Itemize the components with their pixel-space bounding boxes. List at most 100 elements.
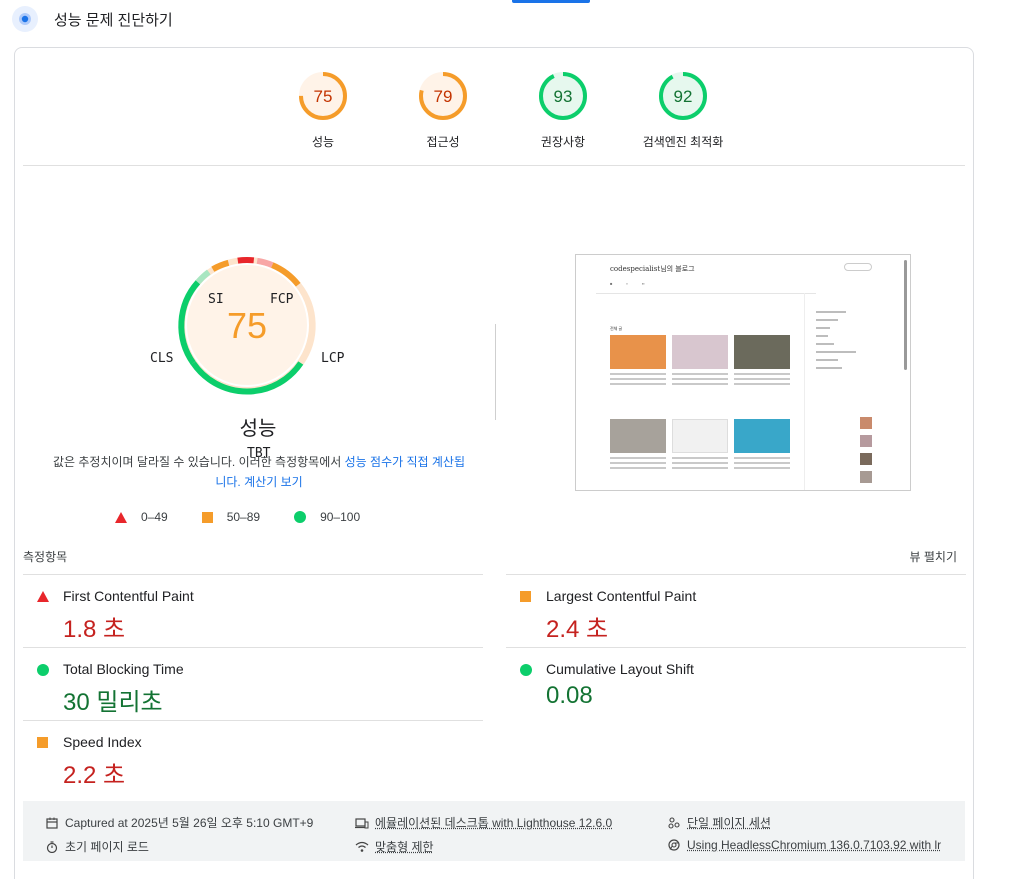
gauge-label-cls: CLS: [150, 351, 173, 366]
screenshot-sidebar-divider: [804, 293, 805, 491]
metric-name: First Contentful Paint: [63, 588, 194, 604]
performance-big-score: 75: [227, 305, 267, 346]
legend-average-range: 50–89: [227, 510, 260, 524]
metric-value: 2.4 초: [546, 609, 608, 644]
screenshot-thumb: [860, 471, 872, 483]
run-info-footer: Captured at 2025년 5월 26일 오후 5:10 GMT+9 초…: [23, 801, 965, 861]
performance-hero: 75 SI FCP LCP TBT CLS 성능 값은 추정치이며 달라질 수 …: [15, 168, 973, 548]
category-score: 93: [554, 87, 573, 106]
metric-value: 30 밀리초: [63, 682, 163, 717]
load-type: 초기 페이지 로드: [45, 838, 149, 855]
screenshot-post-image: [610, 419, 666, 453]
screenshot-thumb: [860, 417, 872, 429]
score-ring: 75: [297, 70, 349, 122]
gauge-label-fcp: FCP: [270, 292, 293, 307]
metric-value: 0.08: [546, 682, 593, 710]
metrics-header: 측정항목 뷰 펼치기: [23, 548, 965, 574]
gauge-label-lcp: LCP: [321, 351, 344, 366]
screenshot-post-image: [610, 335, 666, 369]
screenshot-scrollbar: [904, 260, 907, 370]
screenshot-post-image: [734, 335, 790, 369]
captured-text: Captured at 2025년 5월 26일 오후 5:10 GMT+9: [65, 814, 313, 831]
score-note: 값은 추정치이며 달라질 수 있습니다. 이러한 측정항목에서 성능 점수가 직…: [49, 452, 469, 492]
average-square-icon: [202, 512, 213, 523]
screenshot-post-text: [672, 457, 728, 475]
legend-pass: 90–100: [294, 510, 360, 524]
metric-value: 2.2 초: [63, 755, 125, 790]
captured-at: Captured at 2025년 5월 26일 오후 5:10 GMT+9: [45, 814, 313, 831]
category-score: 75: [314, 87, 333, 106]
legend-average: 50–89: [202, 510, 260, 524]
screenshot-post-image: [734, 419, 790, 453]
throttle-text: 맞춤형 제한: [375, 838, 434, 855]
legend-fail: 0–49: [115, 510, 168, 524]
gauge-performance[interactable]: 75 성능: [263, 70, 383, 150]
score-note-text: 값은 추정치이며 달라질 수 있습니다. 이러한 측정항목에서: [53, 455, 345, 469]
metric-tbt: Total Blocking Time 30 밀리초: [23, 647, 483, 720]
gauge-label-si: SI: [208, 292, 224, 307]
hero-divider: [495, 324, 496, 420]
category-label: 권장사항: [503, 133, 623, 150]
metric-cls: Cumulative Layout Shift 0.08: [506, 647, 966, 720]
calendar-icon: [45, 816, 59, 830]
metric-name: Total Blocking Time: [63, 661, 184, 677]
category-label: 접근성: [383, 133, 503, 150]
lighthouse-icon: [12, 6, 38, 32]
screenshot-post-image: [672, 419, 728, 453]
gauge-accessibility[interactable]: 79 접근성: [383, 70, 503, 150]
diagnose-header: 성능 문제 진단하기: [12, 5, 173, 33]
session-info[interactable]: 단일 페이지 세션: [667, 814, 771, 831]
gauge-seo[interactable]: 92 검색엔진 최적화: [623, 70, 743, 150]
category-score: 92: [674, 87, 693, 106]
devices-icon: [355, 816, 369, 830]
session-icon: [667, 816, 681, 830]
calculator-link[interactable]: 계산기 보기: [244, 475, 303, 489]
pass-circle-icon: [294, 511, 306, 523]
wifi-icon: [355, 840, 369, 854]
average-square-icon: [520, 591, 531, 602]
active-tab-indicator: [512, 0, 590, 3]
screenshot-sidebar: [816, 311, 876, 375]
metric-name: Cumulative Layout Shift: [546, 661, 694, 677]
score-legend: 0–49 50–89 90–100: [115, 510, 394, 524]
screenshot-post-text: [610, 373, 666, 391]
throttling-info[interactable]: 맞춤형 제한: [355, 838, 434, 855]
metric-name: Speed Index: [63, 734, 142, 750]
screenshot-post-text: [610, 457, 666, 475]
screenshot-divider: [596, 293, 816, 294]
category-label: 성능: [263, 133, 383, 150]
screenshot-nav: ■ ▪ ▪▪: [610, 281, 659, 291]
session-text: 단일 페이지 세션: [687, 814, 771, 831]
screenshot-search-box: [844, 263, 872, 271]
score-ring: 93: [537, 70, 589, 122]
screenshot-post-text: [734, 457, 790, 475]
metric-fcp: First Contentful Paint 1.8 초: [23, 574, 483, 647]
screenshot-post-text: [734, 373, 790, 391]
screenshot-post-text: [672, 373, 728, 391]
timer-icon: [45, 840, 59, 854]
gauge-best-practices[interactable]: 93 권장사항: [503, 70, 623, 150]
category-label: 검색엔진 최적화: [623, 133, 743, 150]
expand-view-button[interactable]: 뷰 펼치기: [910, 548, 958, 565]
load-text: 초기 페이지 로드: [65, 838, 149, 855]
category-gauges: 75 성능 79 접근성 93 권장사항 92 검색엔진 최적화: [23, 48, 965, 166]
metric-si: Speed Index 2.2 초: [23, 720, 483, 793]
category-score: 79: [434, 87, 453, 106]
pass-circle-icon: [37, 664, 49, 676]
browser-text: Using HeadlessChromium 136.0.7103.92 wit…: [687, 838, 941, 852]
metrics-label: 측정항목: [23, 548, 67, 565]
screenshot-thumb: [860, 435, 872, 447]
screenshot-section-label: 전체 글: [610, 326, 622, 332]
legend-fail-range: 0–49: [141, 510, 168, 524]
metric-lcp: Largest Contentful Paint 2.4 초: [506, 574, 966, 647]
score-ring: 79: [417, 70, 469, 122]
browser-info[interactable]: Using HeadlessChromium 136.0.7103.92 wit…: [667, 838, 941, 852]
metric-value: 1.8 초: [63, 609, 125, 644]
pass-circle-icon: [520, 664, 532, 676]
fail-triangle-icon: [115, 512, 127, 523]
device-info[interactable]: 에뮬레이션된 데스크톱 with Lighthouse 12.6.0: [355, 814, 612, 831]
screenshot-post-image: [672, 335, 728, 369]
final-screenshot[interactable]: codespecialist님의 블로그 ■ ▪ ▪▪ 전체 글: [575, 254, 911, 491]
chrome-icon: [667, 838, 681, 852]
screenshot-thumb: [860, 453, 872, 465]
